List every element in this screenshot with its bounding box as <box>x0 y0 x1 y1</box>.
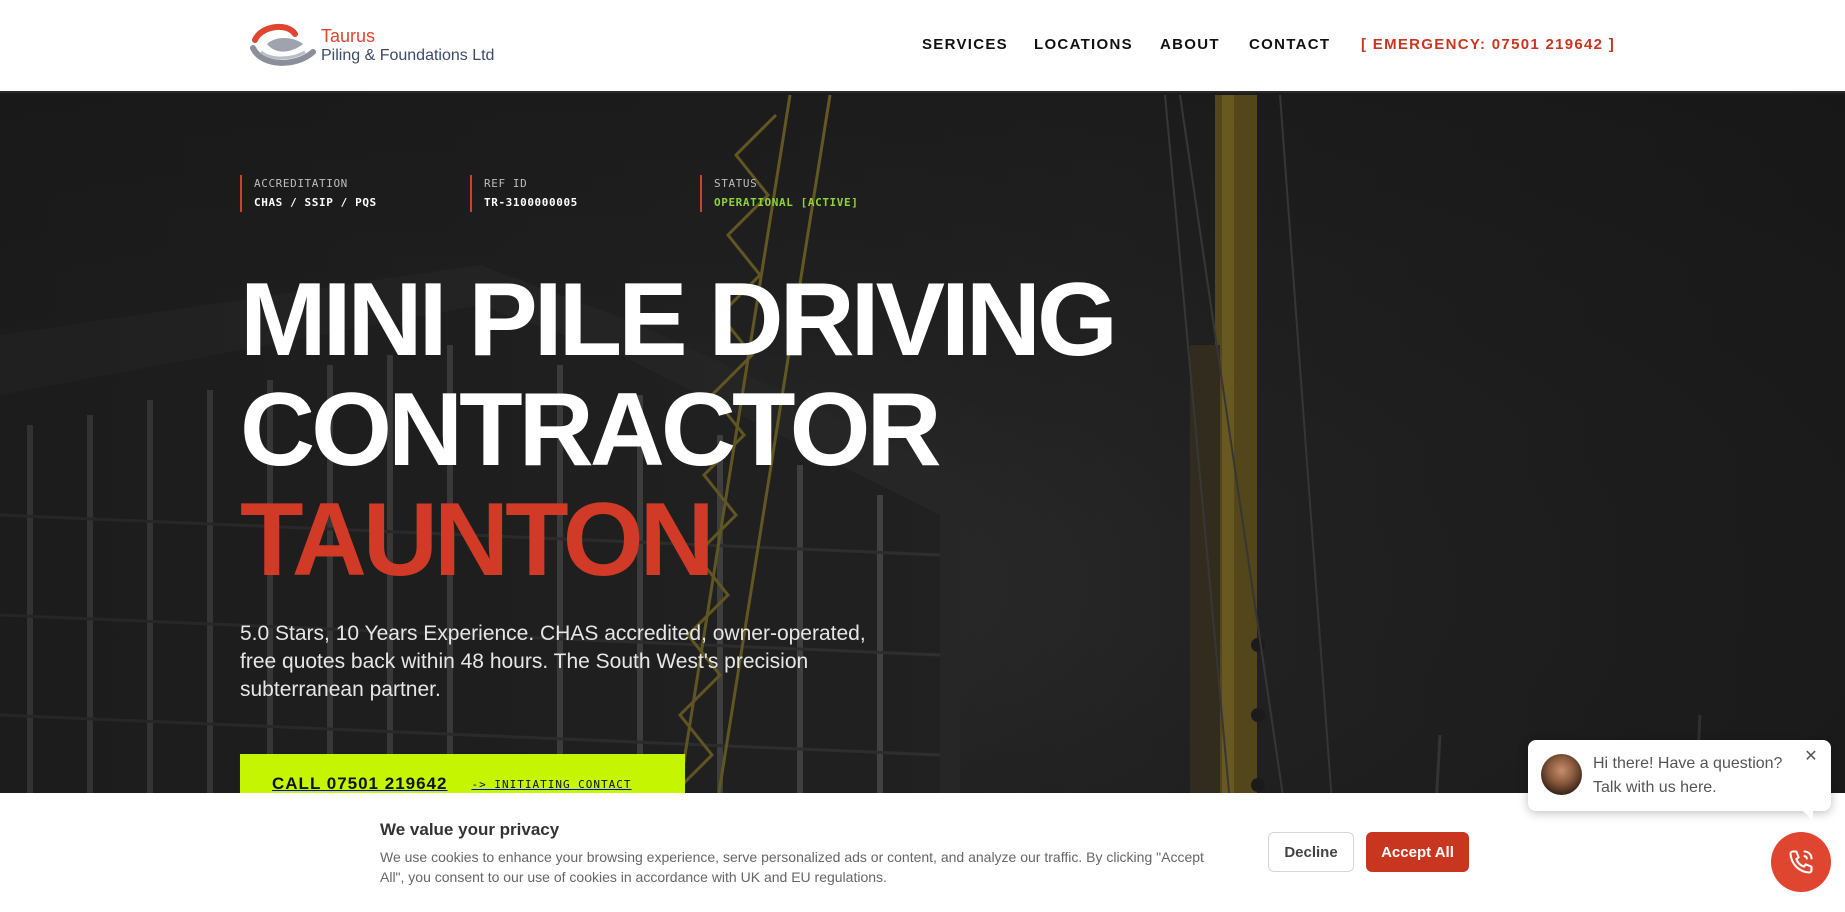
meta-value: TR-3100000005 <box>484 196 578 209</box>
headline-city: TAUNTON <box>240 482 715 598</box>
main-nav: SERVICES LOCATIONS ABOUT CONTACT [ EMERG… <box>0 36 1845 56</box>
nav-locations[interactable]: LOCATIONS <box>1034 36 1133 53</box>
close-icon[interactable]: ✕ <box>1804 749 1818 765</box>
chat-launcher-button[interactable] <box>1771 832 1831 892</box>
hero-subtext: 5.0 Stars, 10 Years Experience. CHAS acc… <box>240 622 866 701</box>
meta-value-status: OPERATIONAL [ACTIVE] <box>714 196 859 209</box>
decline-cookies-button[interactable]: Decline <box>1268 832 1354 872</box>
cookie-text: We use cookies to enhance your browsing … <box>380 849 1204 885</box>
nav-services[interactable]: SERVICES <box>922 36 1008 53</box>
accept-all-cookies-button[interactable]: Accept All <box>1366 832 1469 872</box>
hero-headline: MINI PILE DRIVING CONTRACTOR TAUNTON <box>240 262 1118 598</box>
nav-about[interactable]: ABOUT <box>1160 36 1220 53</box>
meta-ref-id: REF ID TR-3100000005 <box>470 175 690 212</box>
cookie-title: We value your privacy <box>380 820 560 839</box>
site-header: Taurus Piling & Foundations Ltd SERVICES… <box>0 0 1845 93</box>
meta-status: STATUS OPERATIONAL [ACTIVE] <box>700 175 920 212</box>
meta-label: STATUS <box>714 177 758 190</box>
headline-line-1: MINI PILE DRIVING <box>240 262 1118 378</box>
chat-message: Hi there! Have a question? Talk with us … <box>1593 755 1783 796</box>
meta-label: ACCREDITATION <box>254 177 348 190</box>
nav-emergency-phone[interactable]: [ EMERGENCY: 07501 219642 ] <box>1361 36 1615 53</box>
chat-greeting-bubble[interactable]: Hi there! Have a question? Talk with us … <box>1528 740 1831 821</box>
cta-label: CALL 07501 219642 <box>272 774 448 793</box>
agent-avatar <box>1541 754 1582 795</box>
meta-value: CHAS / SSIP / PQS <box>254 196 377 209</box>
phone-icon <box>1789 850 1813 874</box>
meta-accreditation: ACCREDITATION CHAS / SSIP / PQS <box>240 175 460 212</box>
nav-contact[interactable]: CONTACT <box>1249 36 1330 53</box>
meta-label: REF ID <box>484 177 528 190</box>
cta-sublabel: -> INITIATING CONTACT <box>471 777 632 791</box>
headline-line-2: CONTRACTOR <box>240 372 942 488</box>
